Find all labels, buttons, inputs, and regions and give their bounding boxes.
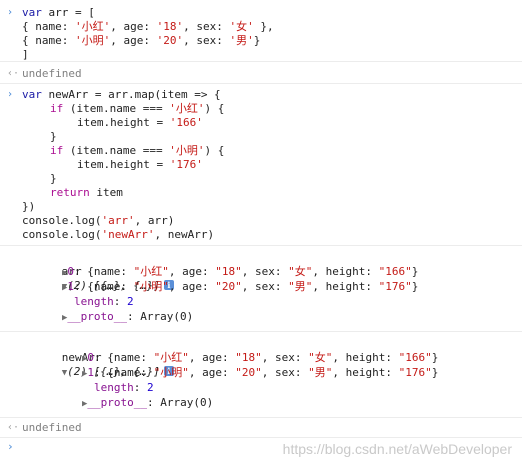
watermark: https://blog.csdn.net/aWebDeveloper bbox=[282, 441, 512, 457]
console-result-entry: ‹· undefined bbox=[0, 418, 522, 438]
input-prompt-icon: › bbox=[7, 7, 14, 18]
object-row[interactable]: ▶1: {name: "小明", age: "20", sex: "男", he… bbox=[62, 280, 418, 294]
code-line: var arr = [ bbox=[22, 6, 95, 19]
result-value: undefined bbox=[22, 421, 82, 434]
code-line: console.log('newArr', newArr) bbox=[22, 228, 215, 241]
devtools-console: › var arr = [ { name: '小红', age: '18', s… bbox=[0, 0, 522, 469]
console-log-entry: newArr ▼(2) [{…}, {…}] i ▶0: {name: "小红",… bbox=[0, 332, 522, 418]
length-row: length: 2 bbox=[94, 381, 154, 394]
console-log-entry: arr ▼(2) [{…}, {…}] i ▶0: {name: "小红", ag… bbox=[0, 246, 522, 332]
code-line: } bbox=[50, 130, 57, 143]
length-row: length: 2 bbox=[74, 295, 134, 308]
code-line: { name: '小明', age: '20', sex: '男'} bbox=[22, 34, 261, 47]
code-line: } bbox=[50, 172, 57, 185]
console-input-entry: › var newArr = arr.map(item => { if (ite… bbox=[0, 84, 522, 246]
proto-row[interactable]: ▶__proto__: Array(0) bbox=[82, 396, 213, 410]
code-line: var newArr = arr.map(item => { bbox=[22, 88, 221, 101]
log-header[interactable]: arr ▼(2) [{…}, {…}] i bbox=[22, 251, 174, 292]
code-line: ] bbox=[22, 48, 29, 61]
object-row[interactable]: ▶1: {name: "小明", age: "20", sex: "男", he… bbox=[82, 366, 438, 380]
return-prompt-icon: ‹· bbox=[7, 68, 20, 79]
proto-row[interactable]: ▶__proto__: Array(0) bbox=[62, 310, 193, 324]
code-line: console.log('arr', arr) bbox=[22, 214, 175, 227]
log-header[interactable]: newArr ▼(2) [{…}, {…}] i bbox=[22, 337, 174, 378]
code-line: { name: '小红', age: '18', sex: '女' }, bbox=[22, 20, 274, 33]
console-input-entry: › var arr = [ { name: '小红', age: '18', s… bbox=[0, 0, 522, 62]
console-result-entry: ‹· undefined bbox=[0, 62, 522, 84]
object-row[interactable]: ▶0: {name: "小红", age: "18", sex: "女", he… bbox=[62, 265, 418, 279]
return-prompt-icon: ‹· bbox=[7, 422, 20, 433]
code-line: }) bbox=[22, 200, 36, 213]
code-line: if (item.name === '小明') { bbox=[50, 144, 225, 157]
input-prompt-icon: › bbox=[7, 440, 14, 453]
code-line: item.height = '166' bbox=[77, 116, 203, 129]
result-value: undefined bbox=[22, 67, 82, 80]
code-line: return item bbox=[50, 186, 123, 199]
code-line: item.height = '176' bbox=[77, 158, 203, 171]
object-row[interactable]: ▶0: {name: "小红", age: "18", sex: "女", he… bbox=[82, 351, 438, 365]
code-line: if (item.name === '小红') { bbox=[50, 102, 225, 115]
input-prompt-icon: › bbox=[7, 89, 14, 100]
